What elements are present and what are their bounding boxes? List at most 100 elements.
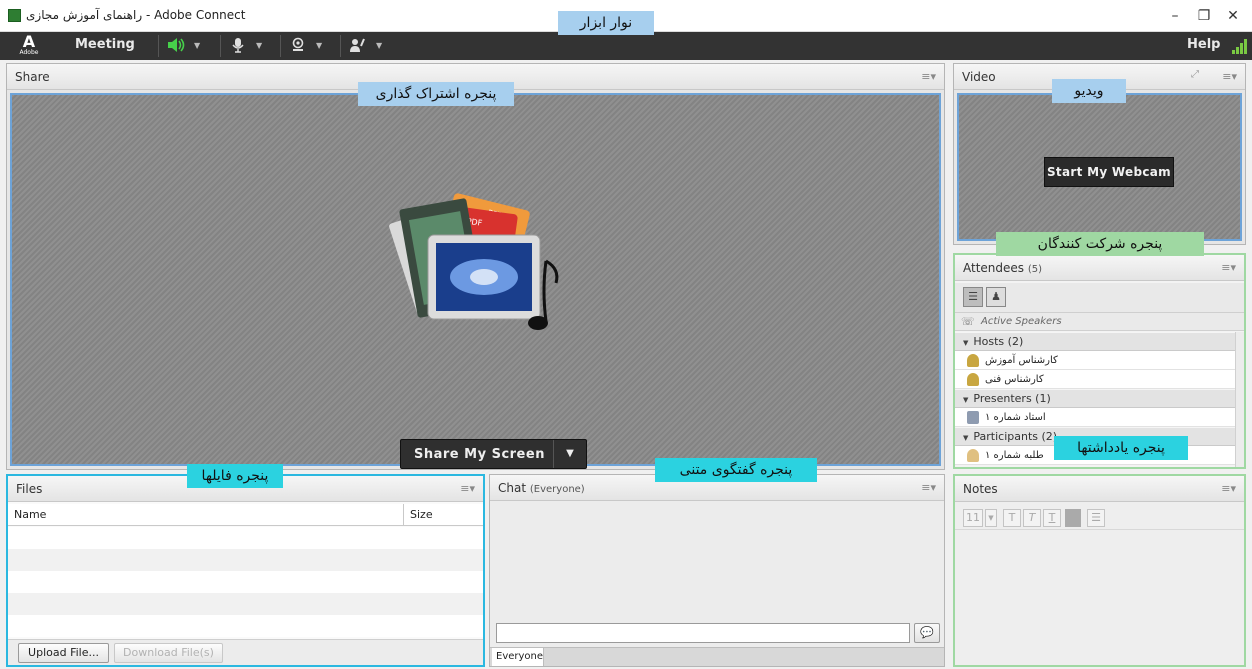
files-footer: Upload File... Download File(s) [8, 639, 483, 665]
pod-options-icon[interactable]: ≡▾ [921, 481, 936, 494]
annotation-share: پنجره اشتراک گذاری [358, 82, 514, 106]
active-speakers-label: Active Speakers [981, 316, 1062, 327]
webcam-button[interactable]: ▼ [280, 35, 324, 57]
column-size[interactable]: Size [410, 508, 433, 521]
status-view-icon[interactable]: ♟ [986, 287, 1006, 307]
chat-scope: (Everyone) [529, 484, 585, 495]
files-pod: Files ≡▾ Name Size Upload File... Downlo… [6, 474, 485, 667]
annotation-video: ویدیو [1052, 79, 1126, 103]
font-size-select[interactable]: 11 [963, 509, 983, 527]
notes-toolbar: 11 ▼ T T T ☰ [955, 504, 1244, 530]
notes-pod: Notes ≡▾ 11 ▼ T T T ☰ [953, 474, 1246, 667]
chat-tab-everyone[interactable]: Everyone [492, 648, 544, 666]
group-hosts[interactable]: ▼ Hosts (2) [955, 332, 1235, 351]
speaker-icon [165, 37, 187, 55]
attendee-list-scrollbar[interactable] [1235, 332, 1244, 467]
collapse-arrow-icon: ▼ [963, 339, 969, 347]
attendee-row[interactable]: استاد شماره ۱ [955, 408, 1235, 427]
file-row [8, 615, 483, 637]
presenter-avatar-icon [967, 410, 979, 424]
attendees-pod-header: Attendees (5) ≡▾ [955, 255, 1244, 281]
group-presenters[interactable]: ▼ Presenters (1) [955, 389, 1235, 408]
raise-hand-dropdown-icon[interactable]: ▼ [374, 41, 384, 50]
speaker-button[interactable]: ▼ [158, 35, 202, 57]
underline-icon[interactable]: T [1043, 509, 1061, 527]
share-my-screen-label: Share My Screen [414, 447, 545, 462]
active-speakers-bar: ☏ Active Speakers [955, 313, 1244, 331]
share-options-dropdown-icon[interactable]: ▼ [553, 440, 586, 468]
video-pod-title: Video [962, 70, 996, 84]
files-table-header: Name Size [8, 504, 483, 526]
microphone-dropdown-icon[interactable]: ▼ [254, 41, 264, 50]
attendee-name: استاد شماره ۱ [985, 412, 1046, 423]
collapse-arrow-icon: ▼ [963, 396, 969, 404]
attendee-row[interactable]: کارشناس فنی [955, 370, 1235, 389]
italic-icon[interactable]: T [1023, 509, 1041, 527]
annotation-chat: پنجره گفتگوی متنی [655, 458, 817, 482]
attendee-name: کارشناس آموزش [985, 355, 1058, 366]
pod-options-icon[interactable]: ≡▾ [1221, 482, 1236, 495]
share-my-screen-button[interactable]: Share My Screen ▼ [400, 439, 587, 469]
notes-pod-header: Notes ≡▾ [955, 476, 1244, 502]
connection-signal-icon [1232, 38, 1248, 54]
annotation-notes: پنجره یادداشتها [1054, 436, 1188, 460]
pod-options-icon[interactable]: ≡▾ [921, 70, 936, 83]
fullscreen-icon[interactable]: ⤢ [1191, 69, 1199, 80]
group-participants-label: Participants (2) [973, 430, 1058, 443]
maximize-button[interactable]: ❐ [1192, 5, 1216, 27]
chat-pod-title: Chat (Everyone) [498, 481, 585, 495]
share-content-icon: PPT PDF [389, 193, 559, 330]
group-presenters-label: Presenters (1) [973, 392, 1051, 405]
attendees-count: (5) [1027, 264, 1043, 275]
pod-options-icon[interactable]: ≡▾ [460, 482, 475, 495]
file-row [8, 527, 483, 549]
send-message-icon[interactable]: 💬 [914, 623, 940, 643]
microphone-button[interactable]: ▼ [220, 35, 264, 57]
bullet-list-icon[interactable]: ☰ [1087, 509, 1105, 527]
attendee-name: طلبه شماره ۱ [985, 450, 1044, 461]
annotation-files: پنجره فایلها [187, 464, 283, 488]
annotation-toolbar: نوار ابزار [558, 11, 654, 35]
bold-icon[interactable]: T [1003, 509, 1021, 527]
webcam-icon [287, 37, 309, 55]
files-pod-title: Files [16, 482, 43, 496]
minimize-button[interactable]: – [1163, 5, 1187, 27]
adobe-logo-glyph: A [22, 32, 36, 51]
pod-options-icon[interactable]: ≡▾ [1222, 70, 1237, 83]
font-size-dropdown-icon[interactable]: ▼ [985, 509, 997, 527]
file-row [8, 593, 483, 615]
file-row [8, 571, 483, 593]
menu-bar: A Adobe Meeting ▼ ▼ ▼ ▼ Help [0, 32, 1252, 60]
start-webcam-button[interactable]: Start My Webcam [1044, 157, 1174, 187]
download-files-button[interactable]: Download File(s) [114, 643, 223, 663]
raise-hand-icon [347, 37, 369, 55]
help-menu[interactable]: Help [1187, 37, 1220, 52]
raise-hand-button[interactable]: ▼ [340, 35, 384, 57]
attendee-row[interactable]: کارشناس آموزش [955, 351, 1235, 370]
attendees-pod-title: Attendees (5) [963, 261, 1043, 275]
share-pod-title: Share [15, 70, 50, 84]
collapse-arrow-icon: ▼ [963, 434, 969, 442]
microphone-icon [227, 37, 249, 55]
group-hosts-label: Hosts (2) [973, 335, 1024, 348]
meeting-menu[interactable]: Meeting [75, 37, 135, 52]
adobe-connect-app-icon [8, 9, 21, 22]
chat-pod: Chat (Everyone) ≡▾ 💬 Everyone [489, 474, 945, 667]
chat-message-input[interactable] [496, 623, 910, 643]
pod-options-icon[interactable]: ≡▾ [1221, 261, 1236, 274]
column-name[interactable]: Name [14, 508, 46, 521]
column-divider[interactable] [403, 504, 404, 525]
webcam-dropdown-icon[interactable]: ▼ [314, 41, 324, 50]
host-avatar-icon [967, 372, 979, 386]
notes-pod-title: Notes [963, 482, 998, 496]
share-stage: PPT PDF Share My Screen ▼ [10, 93, 941, 469]
phone-icon: ☏ [961, 315, 975, 328]
close-button[interactable]: ✕ [1221, 5, 1245, 27]
text-color-icon[interactable] [1065, 509, 1081, 527]
speaker-dropdown-icon[interactable]: ▼ [192, 41, 202, 50]
attendees-toolbar: ☰ ♟ [955, 283, 1244, 313]
upload-file-button[interactable]: Upload File... [18, 643, 109, 663]
adobe-logo-wordmark: Adobe [19, 49, 39, 56]
chat-tab-bar: Everyone [490, 647, 944, 666]
list-view-icon[interactable]: ☰ [963, 287, 983, 307]
